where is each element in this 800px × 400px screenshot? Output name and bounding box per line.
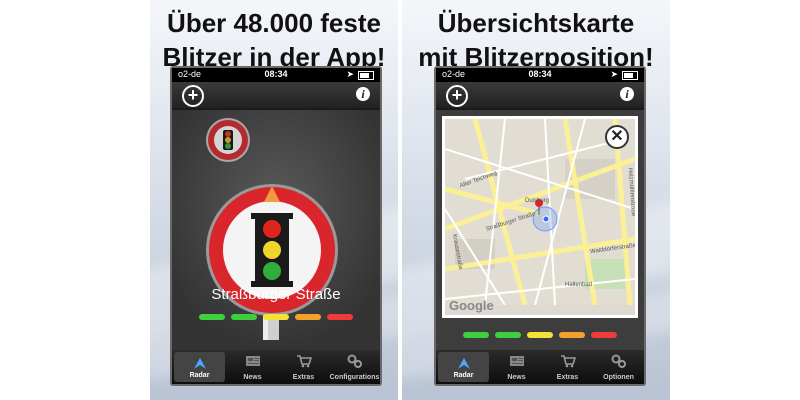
tab-bar: Radar News Extras Configurations (172, 350, 380, 384)
location-icon: ➤ (610, 69, 618, 79)
warning-level-meter (436, 332, 644, 338)
close-map-button[interactable]: ✕ (605, 125, 629, 149)
right-headline-line1: Übersichtskarte (437, 8, 635, 38)
right-promo-panel: Übersichtskarte mit Blitzerposition! o2-… (402, 0, 670, 400)
left-headline-line1: Über 48.000 feste (167, 8, 381, 38)
top-toolbar: + i (436, 82, 644, 108)
map-label-duisburg: Duisburg (525, 198, 550, 204)
tab-label: Radar (189, 372, 210, 379)
cart-icon (560, 355, 576, 368)
tab-extras[interactable]: Extras (542, 350, 593, 384)
meter-segment (231, 314, 257, 320)
location-icon: ➤ (346, 69, 354, 79)
tab-configurations[interactable]: Configurations (329, 350, 380, 384)
add-button[interactable]: + (446, 85, 468, 107)
google-logo: Google (449, 298, 494, 313)
small-traffic-sign-icon (206, 118, 250, 162)
tab-label: Configurations (329, 374, 380, 381)
map-roads (445, 119, 635, 305)
tab-radar[interactable]: Radar (174, 352, 225, 382)
status-bar: o2-de 08:34 ➤ (436, 68, 644, 82)
info-button[interactable]: i (620, 87, 634, 101)
tab-label: Extras (556, 374, 579, 381)
tab-bar: Radar News Extras Optionen (436, 350, 644, 384)
tab-label: News (507, 374, 526, 381)
add-button[interactable]: + (182, 85, 204, 107)
meter-segment (327, 314, 353, 320)
status-bar: o2-de 08:34 ➤ (172, 68, 380, 82)
map-view: Duisburg Straßburger Straße Alter Teichw… (436, 110, 644, 350)
left-phone-screen: o2-de 08:34 ➤ + i Straßburger Straße Rad… (170, 66, 382, 386)
meter-segment (295, 314, 321, 320)
map-label-hallenbad: Hallenbad (565, 282, 593, 288)
battery-icon (358, 71, 374, 80)
meter-segment (263, 314, 289, 320)
info-button[interactable]: i (356, 87, 370, 101)
cart-icon (296, 355, 312, 368)
radar-icon (193, 358, 206, 369)
tab-label: News (243, 374, 262, 381)
gears-icon (611, 354, 626, 368)
top-toolbar: + i (172, 82, 380, 108)
tab-label: Radar (453, 372, 474, 379)
radar-icon (457, 358, 470, 369)
warning-level-meter (172, 314, 380, 320)
radar-view: Straßburger Straße (172, 110, 380, 350)
right-headline: Übersichtskarte mit Blitzerposition! (402, 6, 670, 74)
battery-icon (622, 71, 638, 80)
tab-news[interactable]: News (491, 350, 542, 384)
tab-news[interactable]: News (227, 350, 278, 384)
meter-segment (559, 332, 585, 338)
right-phone-screen: o2-de 08:34 ➤ + i Duisburg Straßburger S… (434, 66, 646, 386)
left-headline: Über 48.000 feste Blitzer in der App! (150, 6, 398, 74)
tab-label: Optionen (603, 374, 634, 381)
gears-icon (347, 354, 362, 368)
tab-extras[interactable]: Extras (278, 350, 329, 384)
meter-segment (199, 314, 225, 320)
tab-optionen[interactable]: Optionen (593, 350, 644, 384)
news-icon (509, 356, 524, 366)
current-location-icon (542, 215, 550, 223)
left-promo-panel: Über 48.000 feste Blitzer in der App! o2… (150, 0, 398, 400)
meter-segment (463, 332, 489, 338)
meter-segment (495, 332, 521, 338)
street-name: Straßburger Straße (211, 286, 341, 303)
meter-segment (527, 332, 553, 338)
tab-label: Extras (292, 374, 315, 381)
news-icon (245, 356, 260, 366)
overview-map[interactable]: Duisburg Straßburger Straße Alter Teichw… (445, 119, 635, 315)
meter-segment (591, 332, 617, 338)
tab-radar[interactable]: Radar (438, 352, 489, 382)
map-frame: Duisburg Straßburger Straße Alter Teichw… (442, 116, 638, 318)
